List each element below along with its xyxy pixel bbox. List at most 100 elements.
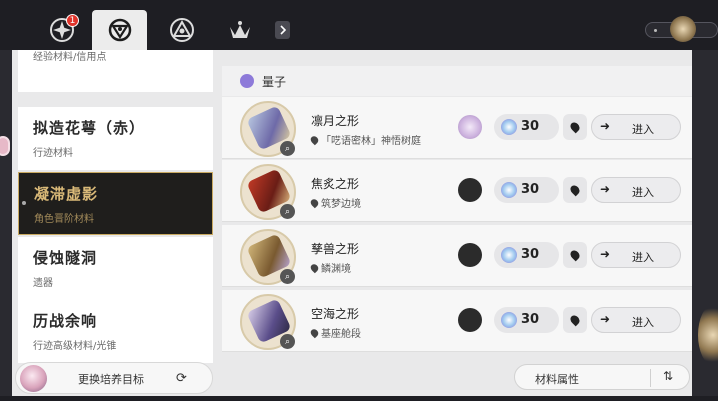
- reward-thumbnail[interactable]: ⌕: [240, 294, 296, 350]
- navigation-icon: [108, 18, 131, 42]
- location-pin-icon: [309, 262, 320, 274]
- notification-badge: 1: [66, 14, 79, 27]
- list-header: 量子: [222, 66, 692, 96]
- refresh-icon: ⟳: [176, 371, 187, 386]
- enter-button[interactable]: ➜ 进入: [591, 114, 681, 140]
- sidebar-item-subtitle: 行迹材料: [33, 148, 73, 159]
- stage-location: 鳞渊境: [309, 260, 351, 275]
- tab-compass[interactable]: 1: [34, 10, 89, 50]
- sidebar-item-subtitle: 遗器: [33, 278, 53, 289]
- reward-thumbnail[interactable]: ⌕: [240, 101, 296, 157]
- sidebar-item-echo-of-war[interactable]: 历战余响 行迹高级材料/光锥: [18, 300, 213, 363]
- enter-button[interactable]: ➜ 进入: [591, 242, 681, 268]
- list-item: ⌕ 空海之形 基座舱段 30 ➜ 进入: [222, 290, 692, 352]
- sidebar-item-subtitle: 经验材料/信用点: [33, 52, 107, 63]
- magnify-icon[interactable]: ⌕: [280, 141, 295, 156]
- trailblaze-power-icon: [501, 247, 517, 263]
- locate-button[interactable]: [563, 307, 587, 333]
- sort-filter-button[interactable]: 材料属性 ⇅: [514, 364, 690, 390]
- enter-button[interactable]: ➜ 进入: [591, 177, 681, 203]
- active-indicator: [22, 201, 26, 205]
- location-pin-icon: [568, 120, 582, 134]
- tab-triangle[interactable]: [154, 10, 209, 50]
- sidebar-item-exp[interactable]: 经验材料/信用点: [18, 50, 213, 92]
- locate-button[interactable]: [563, 114, 587, 140]
- enter-label: 进入: [632, 316, 654, 329]
- enter-arrow-icon: ➜: [600, 312, 611, 326]
- locate-button[interactable]: [563, 242, 587, 268]
- location-pin-icon: [309, 327, 320, 339]
- trailblaze-power-cost: 30: [494, 307, 559, 333]
- location-pin-icon: [309, 197, 320, 209]
- enter-label: 进入: [632, 123, 654, 136]
- sort-order-icon[interactable]: ⇅: [663, 369, 673, 383]
- stage-location: 「呓语密林」神悟树庭: [309, 132, 421, 147]
- cost-value: 30: [521, 182, 540, 197]
- location-pin-icon: [568, 248, 582, 262]
- change-target-button[interactable]: 更换培养目标 ⟳: [15, 362, 213, 394]
- stage-location-text: 「呓语密林」神悟树庭: [321, 136, 421, 147]
- separator: [650, 369, 651, 387]
- sidebar-item-calyx-crimson[interactable]: 拟造花萼（赤） 行迹材料: [18, 107, 213, 170]
- top-tab-bar: 1: [0, 0, 718, 50]
- magnify-icon[interactable]: ⌕: [280, 204, 295, 219]
- stage-name: 空海之形: [311, 307, 360, 321]
- sidebar-item-title: 历战余响: [33, 312, 98, 330]
- sidebar-item-title: 凝滞虚影: [34, 185, 99, 203]
- enter-button[interactable]: ➜ 进入: [591, 307, 681, 333]
- enter-label: 进入: [632, 186, 654, 199]
- sidebar-item-title: 拟造花萼（赤）: [33, 119, 146, 137]
- quantum-icon: [240, 74, 254, 88]
- chevron-right-icon: [279, 25, 286, 35]
- tab-crown[interactable]: [212, 10, 267, 50]
- reward-thumbnail[interactable]: ⌕: [240, 229, 296, 285]
- location-pin-icon: [568, 183, 582, 197]
- list-item: ⌕ 焦炙之形 筑梦边境 30 ➜ 进入: [222, 160, 692, 222]
- side-handle[interactable]: [0, 136, 10, 156]
- magnify-icon[interactable]: ⌕: [280, 269, 295, 284]
- avatar: [20, 365, 47, 392]
- stage-name: 凛月之形: [311, 114, 360, 128]
- magnify-icon[interactable]: ⌕: [280, 334, 295, 349]
- sidebar-item-stagnant-shadow[interactable]: 凝滞虚影 角色晋阶材料: [18, 172, 213, 235]
- enter-arrow-icon: ➜: [600, 119, 611, 133]
- sidebar-item-title: 侵蚀隧洞: [33, 249, 98, 267]
- change-target-label: 更换培养目标: [78, 373, 144, 386]
- trailblaze-power-icon: [501, 119, 517, 135]
- sidebar-item-subtitle: 角色晋阶材料: [34, 214, 94, 225]
- trailblaze-power-icon: [501, 182, 517, 198]
- stage-name: 焦炙之形: [311, 177, 360, 191]
- list-item: ⌕ 孳兽之形 鳞渊境 30 ➜ 进入: [222, 225, 692, 287]
- list-header-label: 量子: [262, 75, 287, 89]
- reward-thumbnail[interactable]: ⌕: [240, 164, 296, 220]
- left-edge: [0, 50, 12, 401]
- stage-location-text: 基座舱段: [321, 329, 361, 340]
- stage-name: 孳兽之形: [311, 242, 360, 256]
- stage-location: 基座舱段: [309, 325, 361, 340]
- stage-location: 筑梦边境: [309, 195, 361, 210]
- sidebar-item-cavern-of-corrosion[interactable]: 侵蚀隧洞 遗器: [18, 237, 213, 300]
- cost-value: 30: [521, 247, 540, 262]
- sidebar-item-subtitle: 行迹高级材料/光锥: [33, 341, 117, 352]
- cost-value: 30: [521, 312, 540, 327]
- tab-scroll-right-button[interactable]: [275, 21, 290, 39]
- special-avatar-icon: [458, 115, 482, 139]
- trailblaze-power-icon: [501, 312, 517, 328]
- tab-navigation[interactable]: [92, 10, 147, 50]
- list-item: ⌕ 凛月之形 「呓语密林」神悟树庭 30 ➜ 进入: [222, 97, 692, 159]
- bottom-bar: [0, 396, 718, 401]
- locate-button[interactable]: [563, 177, 587, 203]
- enter-arrow-icon: ➜: [600, 182, 611, 196]
- cost-value: 30: [521, 119, 540, 134]
- emblem-icon: [670, 16, 696, 42]
- location-pin-icon: [309, 134, 320, 146]
- enemy-icon: [458, 308, 482, 332]
- stage-location-text: 鳞渊境: [321, 264, 351, 275]
- location-pin-icon: [568, 313, 582, 327]
- enter-arrow-icon: ➜: [600, 247, 611, 261]
- trailblaze-power-cost: 30: [494, 177, 559, 203]
- stage-location-text: 筑梦边境: [321, 199, 361, 210]
- enter-label: 进入: [632, 251, 654, 264]
- sort-label: 材料属性: [535, 373, 579, 386]
- enemy-icon: [458, 178, 482, 202]
